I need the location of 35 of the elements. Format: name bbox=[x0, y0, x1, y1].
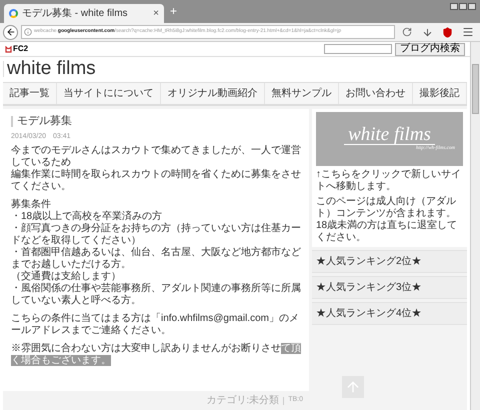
blog-title[interactable]: white films bbox=[7, 59, 96, 78]
nav-link[interactable]: 当サイトにについて bbox=[57, 83, 161, 104]
post-paragraph: ※雰囲気に合わない方は大変申し訳ありませんがお断りさせて頂く場合もございます。 bbox=[11, 343, 301, 367]
post-paragraph: こちらの条件に当てはまる方は「info.whfilms@gmail.com」のメールアドレスまでご連絡ください。 bbox=[11, 313, 300, 337]
post-paragraph: 今までのモデルさんはスカウトで集めてきましたが、一人で運営しているため 編集作業に時間を取られスカウトの時間を省くために募集をさせてください。 bbox=[11, 145, 301, 193]
browser-tab[interactable]: モデル募集 - white films × bbox=[4, 4, 164, 23]
info-icon bbox=[24, 28, 32, 36]
ranking-heading: ★人気ランキング3位★ bbox=[312, 276, 467, 299]
back-button[interactable] bbox=[3, 24, 18, 40]
shield-icon[interactable] bbox=[442, 26, 453, 38]
nav-link[interactable]: オリジナル動画紹介 bbox=[161, 83, 265, 104]
ranking-heading: ★人気ランキング2位★ bbox=[312, 250, 467, 273]
nav-link[interactable]: 撮影後記 bbox=[413, 83, 467, 104]
reload-icon[interactable] bbox=[402, 27, 412, 37]
fc2-logo[interactable]: FC2 bbox=[13, 43, 28, 55]
download-icon[interactable] bbox=[422, 26, 433, 38]
back-arrow-icon bbox=[6, 27, 16, 37]
nav-link[interactable]: 無料サンプル bbox=[265, 83, 339, 104]
blog-search-button[interactable]: ブログ内検索 bbox=[395, 42, 465, 56]
tab-title: モデル募集 - white films bbox=[22, 6, 129, 21]
post-title: モデル募集 bbox=[17, 114, 72, 129]
post-paragraph: 募集条件 ・18歳以上で高校を卒業済みの方 ・顔写真つきの身分証をお持ちの方（持っていない方は住基カードなどを取得してください） ・首都圏甲信越あるいは、仙台、名古屋、大阪など地方都市などまでお越しいただける方。 （交通費は支給します） ・風俗関係の仕事や芸能事務所、アダルト関連の事務所等に所属していない素人と呼べる方。 bbox=[11, 199, 301, 307]
google-icon bbox=[9, 9, 18, 18]
cat-logo-icon bbox=[5, 46, 12, 52]
sidebar-note: ↑こちらをクリックで新しいサイトへ移動します。 bbox=[316, 169, 462, 193]
close-tab-button[interactable]: × bbox=[153, 6, 159, 21]
menu-icon[interactable] bbox=[462, 26, 474, 38]
ranking-heading: ★人気ランキング4位★ bbox=[312, 302, 467, 325]
nav-link[interactable]: お問い合わせ bbox=[339, 83, 413, 104]
window-controls-icon[interactable] bbox=[450, 3, 476, 10]
banner-title: white films bbox=[344, 125, 435, 146]
nav-link[interactable]: 記事一覧 bbox=[3, 83, 57, 104]
sidebar-note: このページは成人向け（アダルト）コンテンツが含まれます。18歳未満の方は直ちに退室してください。 bbox=[316, 196, 458, 244]
scrollbar[interactable] bbox=[470, 42, 480, 410]
blog-search-field[interactable] bbox=[324, 44, 392, 54]
